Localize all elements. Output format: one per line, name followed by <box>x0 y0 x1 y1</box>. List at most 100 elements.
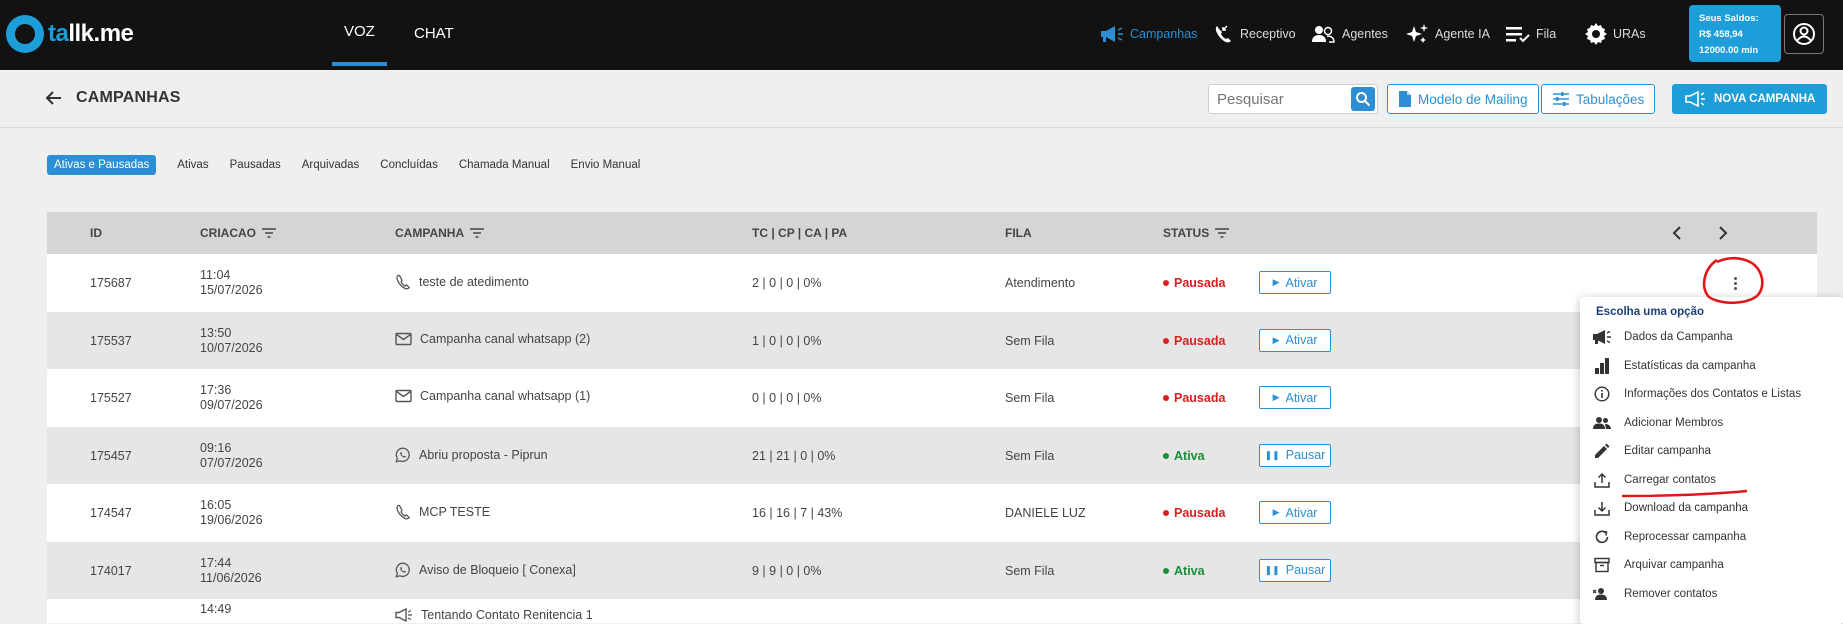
filter-icon[interactable] <box>470 228 485 238</box>
megaphone-icon <box>1101 26 1123 42</box>
menu-item-estat-sticas-da-campanha[interactable]: Estatísticas da campanha <box>1580 352 1843 381</box>
row-options-button[interactable] <box>1725 272 1745 294</box>
search-box <box>1208 84 1378 114</box>
col-status[interactable]: STATUS <box>1163 226 1230 240</box>
table-row[interactable]: 14:49 Tentando Contato Renitencia 1 <box>47 599 1817 623</box>
campaign-fila: Atendimento <box>1005 276 1076 290</box>
document-icon <box>1399 91 1411 107</box>
table-row[interactable]: 175687 11:04 15/07/2026 teste de atedimento… <box>47 254 1817 312</box>
table-row[interactable]: 175457 09:16 07/07/2026 Abriu proposta - Pi… <box>47 426 1817 484</box>
nav-agentes[interactable]: Agentes <box>1311 20 1388 48</box>
logo-prefix: ta <box>48 20 69 47</box>
campaign-name-cell[interactable]: Abriu proposta - Piprun <box>395 447 548 463</box>
col-campanha[interactable]: CAMPANHA <box>395 226 485 240</box>
menu-item-dados-da-campanha[interactable]: Dados da Campanha <box>1580 323 1843 352</box>
activate-button[interactable]: ▶ Ativar <box>1259 501 1331 524</box>
queue-list-icon <box>1506 27 1530 43</box>
tab-voz[interactable]: VOZ <box>332 0 387 66</box>
table-row[interactable]: 175537 13:50 10/07/2026 Campanha canal what… <box>47 311 1817 369</box>
prev-page-button[interactable] <box>1669 224 1687 245</box>
profile-button[interactable] <box>1784 14 1824 54</box>
phone-icon <box>396 274 411 290</box>
created-time: 17:44 <box>200 555 232 570</box>
filter-chamada-manual[interactable]: Chamada Manual <box>459 155 550 175</box>
menu-item-carregar-contatos[interactable]: Carregar contatos <box>1580 466 1843 495</box>
activate-button[interactable]: ▶ Ativar <box>1259 386 1331 409</box>
filter-tabs: Ativas e Pausadas Ativas Pausadas Arquiv… <box>47 154 661 176</box>
menu-item-informa-es-dos-contatos-e-listas[interactable]: Informações dos Contatos e Listas <box>1580 380 1843 409</box>
menu-item-download-da-campanha[interactable]: Download da campanha <box>1580 494 1843 523</box>
campaign-name-cell[interactable]: Tentando Contato Renitencia 1 <box>395 608 593 622</box>
nav-receptivo[interactable]: Receptivo <box>1213 20 1296 48</box>
filter-concluidas[interactable]: Concluídas <box>380 155 438 175</box>
campaign-created: 17:36 09/07/2026 <box>200 383 263 413</box>
pause-icon: ❚❚ <box>1264 564 1280 575</box>
status-dot <box>1163 452 1169 459</box>
created-time: 16:05 <box>200 498 232 512</box>
filter-pausadas[interactable]: Pausadas <box>230 155 281 175</box>
nav-agente-ia[interactable]: Agente IA <box>1404 20 1490 48</box>
nav-uras[interactable]: URAs <box>1584 20 1646 48</box>
created-date: 09/07/2026 <box>200 398 263 412</box>
campaign-stats: 9 | 9 | 0 | 0% <box>752 563 822 578</box>
nav-fila[interactable]: Fila <box>1505 20 1556 48</box>
phone-icon <box>396 504 411 520</box>
tabulacoes-button[interactable]: Tabulações <box>1541 84 1656 114</box>
col-criacao[interactable]: CRIACAO <box>200 226 276 240</box>
back-button[interactable] <box>45 89 63 110</box>
activate-button[interactable]: ▶ Ativar <box>1259 328 1331 352</box>
new-campaign-button[interactable]: NOVA CAMPANHA <box>1672 84 1828 114</box>
mailing-model-button[interactable]: Modelo de Mailing <box>1387 84 1539 114</box>
campaign-stats: 0 | 0 | 0 | 0% <box>752 391 822 405</box>
menu-item-arquivar-campanha[interactable]: Arquivar campanha <box>1580 551 1843 580</box>
campaign-name-cell[interactable]: Aviso de Bloqueio [ Conexa] <box>395 562 576 578</box>
next-page-button[interactable] <box>1713 224 1731 245</box>
campaign-created: 14:49 <box>200 602 231 617</box>
logo-rest: llk.me <box>68 20 134 47</box>
filter-ativas-e-pausadas[interactable]: Ativas e Pausadas <box>47 155 157 175</box>
whatsapp-icon <box>395 562 410 578</box>
menu-item-remover-contatos[interactable]: Remover contatos <box>1580 580 1843 609</box>
campaign-name-cell[interactable]: Campanha canal whatsapp (2) <box>395 332 590 346</box>
campaign-name-cell[interactable]: teste de atedimento <box>395 274 529 290</box>
sliders-icon <box>1553 92 1569 106</box>
saldo-amount: R$ 458,94 <box>1699 29 1743 40</box>
menu-item-adicionar-membros[interactable]: Adicionar Membros <box>1580 409 1843 438</box>
filter-icon[interactable] <box>1215 228 1230 238</box>
filter-envio-manual[interactable]: Envio Manual <box>571 155 641 175</box>
campaign-created: 16:05 19/06/2026 <box>200 498 263 528</box>
filter-icon[interactable] <box>262 228 276 238</box>
campaign-name-cell[interactable]: MCP TESTE <box>395 504 490 520</box>
table-row[interactable]: 174017 17:44 11/06/2026 Aviso de Bloqueio [… <box>47 541 1817 599</box>
search-input[interactable] <box>1209 85 1354 113</box>
tab-chat[interactable]: CHAT <box>402 0 466 66</box>
campaign-stats: 2 | 0 | 0 | 0% <box>752 276 822 290</box>
campaign-name: Campanha canal whatsapp (2) <box>420 331 591 346</box>
campaign-name-cell[interactable]: Campanha canal whatsapp (1) <box>395 389 590 403</box>
nav-campanhas[interactable]: Campanhas <box>1099 20 1197 48</box>
menu-item-reprocessar-campanha[interactable]: Reprocessar campanha <box>1580 523 1843 552</box>
table-row[interactable]: 174547 16:05 19/06/2026 MCP TESTE 16 | 16 | … <box>47 484 1817 542</box>
kebab-icon <box>1733 276 1737 291</box>
pencil-icon <box>1592 443 1612 459</box>
user-circle-icon <box>1793 23 1815 45</box>
pause-button[interactable]: ❚❚ Pausar <box>1259 558 1331 582</box>
table-row[interactable]: 175527 17:36 09/07/2026 Campanha canal what… <box>47 369 1817 427</box>
saldo-badge[interactable]: Seus Saldos: R$ 458,94 12000.00 min <box>1689 5 1781 62</box>
filter-arquivadas[interactable]: Arquivadas <box>302 155 360 175</box>
saldo-minutes: 12000.00 min <box>1699 45 1759 56</box>
search-button[interactable] <box>1351 87 1375 111</box>
pause-button[interactable]: ❚❚ Pausar <box>1259 443 1331 467</box>
play-icon: ▶ <box>1272 392 1280 402</box>
filter-ativas[interactable]: Ativas <box>177 155 208 175</box>
logo[interactable]: tallk.me <box>6 14 134 54</box>
status-badge: Ativa <box>1163 449 1205 463</box>
activate-button[interactable]: ▶ Ativar <box>1259 271 1331 294</box>
campaign-created: 17:44 11/06/2026 <box>200 556 262 586</box>
email-icon <box>395 332 412 345</box>
menu-item-editar-campanha[interactable]: Editar campanha <box>1580 437 1843 466</box>
campaign-fila: Sem Fila <box>1005 391 1055 405</box>
status-badge: Ativa <box>1163 564 1205 578</box>
campaign-stats: 16 | 16 | 7 | 43% <box>752 506 843 520</box>
logo-mark-icon <box>6 15 44 53</box>
